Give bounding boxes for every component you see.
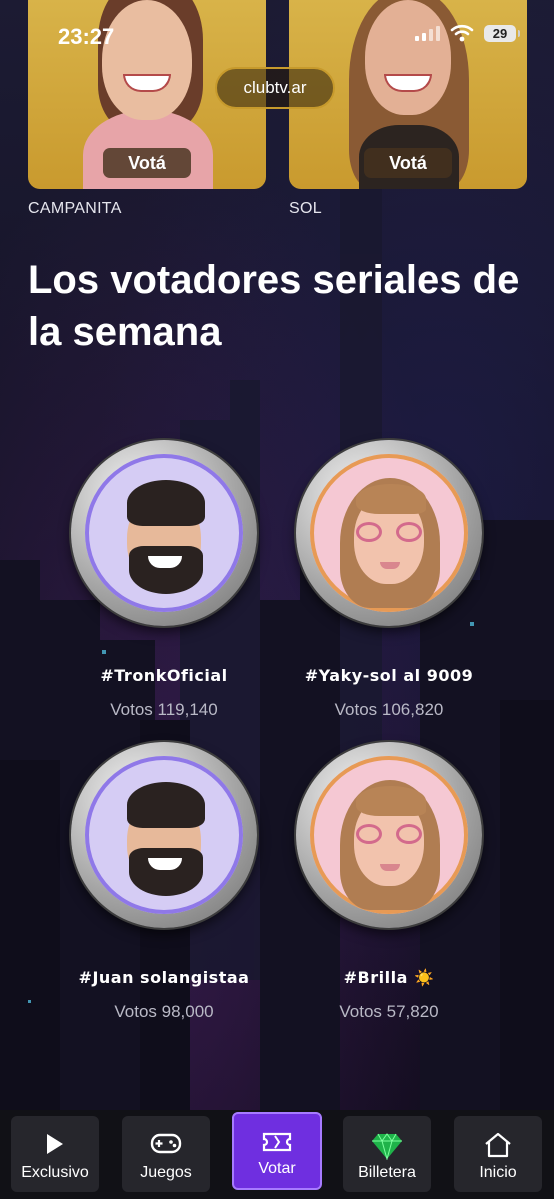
url-pill[interactable]: clubtv.ar — [215, 67, 335, 109]
nav-item-votar[interactable]: Votar — [232, 1112, 322, 1190]
nav-label: Votar — [258, 1160, 296, 1177]
battery-icon: 29 — [484, 24, 520, 42]
candidate-name: CAMPANITA — [28, 200, 122, 217]
signal-icon — [415, 25, 440, 41]
gamepad-icon — [150, 1133, 182, 1154]
bottom-nav: Exclusivo Juegos Votar Billetera Inicio — [0, 1110, 554, 1199]
vote-button[interactable]: Votá — [103, 148, 191, 178]
nav-label: Exclusivo — [21, 1164, 89, 1181]
avatar — [71, 742, 257, 928]
section-title: Los votadores seriales de la semana — [28, 258, 520, 354]
status-time: 23:27 — [58, 24, 115, 49]
female-memoji-icon — [310, 454, 468, 612]
voter-name: #Yaky-sol al 9009 — [304, 666, 474, 685]
status-icons: 29 — [415, 24, 520, 42]
avatar — [71, 440, 257, 626]
voter-name: #Brilla ☀️ — [343, 968, 435, 987]
nav-item-juegos[interactable]: Juegos — [122, 1116, 210, 1192]
male-memoji-icon — [85, 454, 243, 612]
male-memoji-icon — [85, 756, 243, 914]
voter-name: #Juan solangistaa — [78, 968, 250, 987]
voter-name: #TronkOficial — [100, 666, 228, 685]
wifi-icon — [450, 24, 474, 42]
home-icon — [485, 1132, 511, 1158]
nav-item-exclusivo[interactable]: Exclusivo — [11, 1116, 99, 1192]
female-memoji-icon — [310, 756, 468, 914]
nav-label: Billetera — [358, 1164, 416, 1181]
voter-votes: Votos 98,000 — [114, 1002, 214, 1021]
voter-votes: Votos 57,820 — [339, 1002, 439, 1021]
gem-icon — [372, 1133, 402, 1160]
vote-button[interactable]: Votá — [364, 148, 452, 178]
nav-item-inicio[interactable]: Inicio — [454, 1116, 542, 1192]
candidate-name: SOL — [289, 200, 322, 217]
avatar — [296, 440, 482, 626]
ticket-icon — [262, 1132, 292, 1152]
voter-votes: Votos 106,820 — [334, 700, 444, 719]
nav-label: Juegos — [140, 1164, 192, 1181]
play-icon — [47, 1134, 63, 1154]
nav-item-billetera[interactable]: Billetera — [343, 1116, 431, 1192]
avatar — [296, 742, 482, 928]
voter-votes: Votos 119,140 — [110, 700, 218, 719]
nav-label: Inicio — [479, 1164, 517, 1181]
